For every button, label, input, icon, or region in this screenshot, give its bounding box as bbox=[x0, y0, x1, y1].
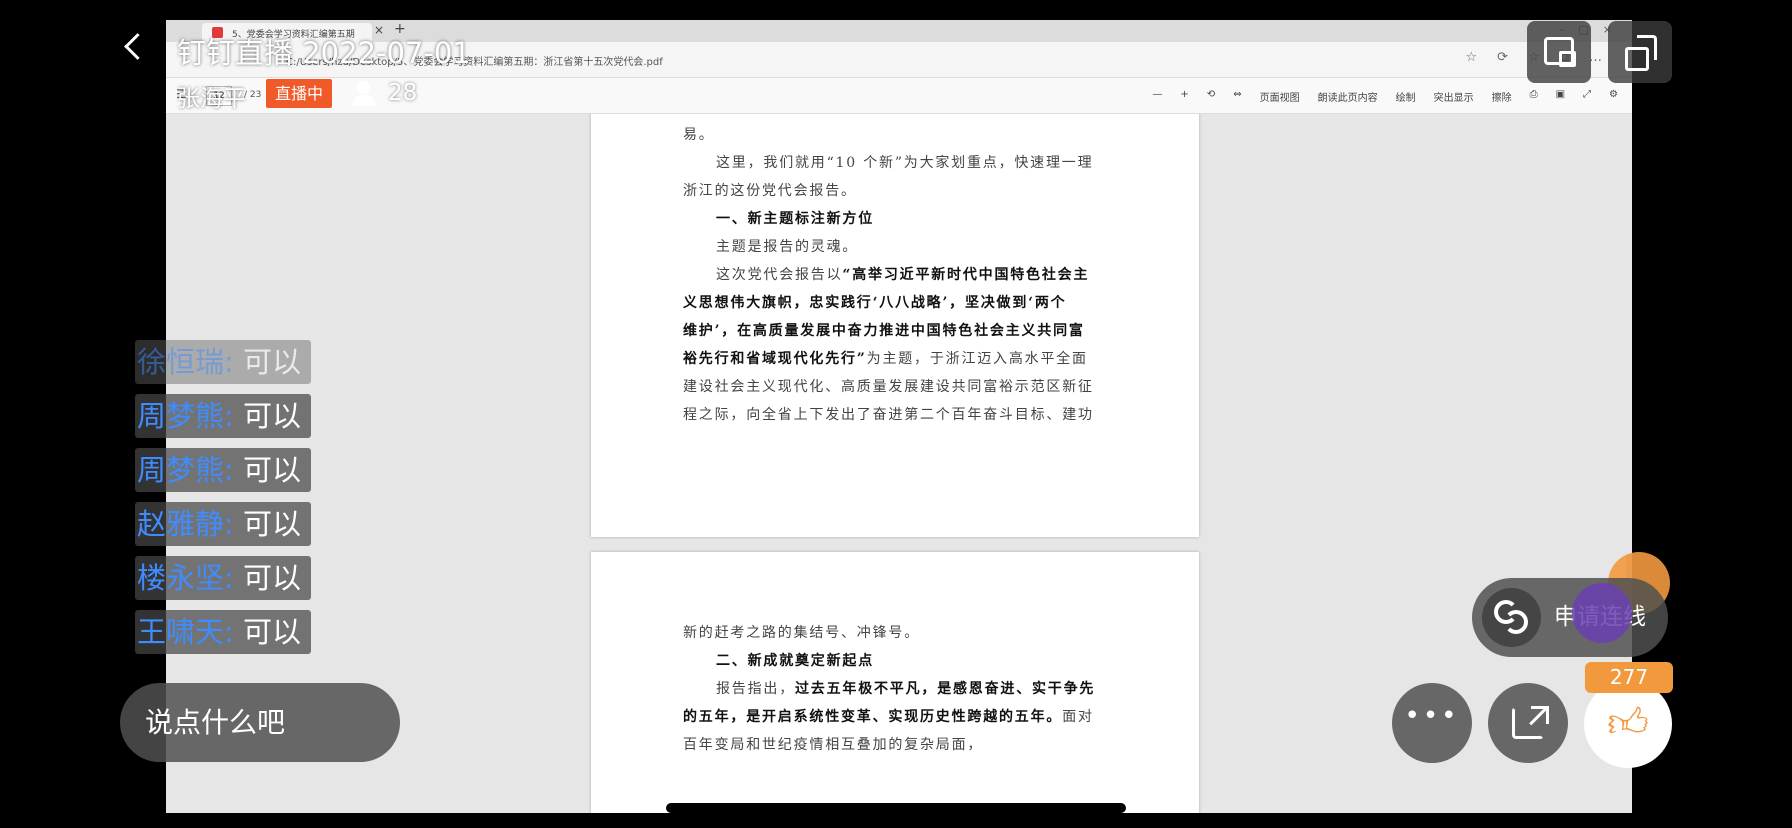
like-icon: 👍︎ bbox=[1607, 700, 1649, 746]
rotate-screen-icon bbox=[1625, 35, 1657, 71]
pdf-text-line: 主题是报告的灵魂。 bbox=[716, 239, 859, 255]
settings-icon[interactable]: ⚙ bbox=[1609, 89, 1618, 104]
comment-item: 王啸天: 可以 bbox=[135, 610, 312, 654]
read-aloud-button[interactable]: 朗读此页内容 bbox=[1318, 89, 1378, 104]
page-total: / 23 bbox=[244, 90, 262, 100]
like-button[interactable]: 👍︎ bbox=[1584, 680, 1672, 768]
pdf-text-line: 义思想伟大旗帜，忠实践行‘八八战略’，坚决做到‘两个 bbox=[683, 292, 1113, 312]
fullscreen-icon[interactable]: ⤢ bbox=[1583, 89, 1591, 104]
rotate-screen-button[interactable] bbox=[1608, 21, 1672, 83]
print-icon[interactable]: ⎙ bbox=[1530, 89, 1538, 104]
draw-button[interactable]: 绘制 bbox=[1396, 89, 1416, 104]
erase-button[interactable]: 擦除 bbox=[1492, 89, 1512, 104]
comment-text: 可以 bbox=[243, 615, 302, 649]
request-connect-button[interactable]: 申请连线 bbox=[1472, 578, 1668, 657]
floating-avatar bbox=[1572, 583, 1632, 643]
pdf-text-line: 这里，我们就用“10 个新”为大家划重点，快速理一理 bbox=[716, 155, 1094, 171]
like-count: 277 bbox=[1585, 662, 1673, 693]
connect-icon-ring bbox=[1504, 610, 1528, 634]
comment-item: 徐恒瑞: 可以 bbox=[135, 340, 312, 384]
text-run: 这次党代会报告以 bbox=[716, 267, 843, 283]
pdf-page: 易。 这里，我们就用“10 个新”为大家划重点，快速理一理 浙江的这份党代会报告… bbox=[591, 114, 1199, 537]
share-icon bbox=[1512, 706, 1549, 739]
pip-icon bbox=[1544, 37, 1576, 67]
live-title: 钉钉直播 2022-07-01 bbox=[177, 36, 471, 70]
save-icon[interactable]: ▣ bbox=[1556, 89, 1565, 104]
comment-text: 可以 bbox=[243, 345, 302, 379]
picture-in-picture-button[interactable] bbox=[1527, 21, 1591, 83]
pdf-text-line: 百年变局和世纪疫情相互叠加的复杂局面， bbox=[683, 737, 984, 753]
text-run: 面对 bbox=[1062, 709, 1094, 725]
pdf-page: 新的赶考之路的集结号、冲锋号。 二、新成就奠定新起点 报告指出，过去五年极不平凡… bbox=[591, 552, 1199, 813]
comment-author: 周梦熊: bbox=[137, 399, 234, 433]
pdf-heading: 二、新成就奠定新起点 bbox=[716, 650, 1146, 670]
comment-list: 徐恒瑞: 可以 周梦熊: 可以 周梦熊: 可以 赵雅静: 可以 楼永坚: 可以 … bbox=[135, 340, 312, 664]
share-button[interactable] bbox=[1488, 683, 1568, 763]
comment-author: 周梦熊: bbox=[137, 453, 234, 487]
comment-author: 楼永坚: bbox=[137, 561, 234, 595]
more-icon: ••• bbox=[1404, 701, 1460, 731]
fit-width-button[interactable]: ⇔ bbox=[1233, 89, 1241, 104]
bold-text-run: 过去五年极不平凡，是感恩奋进、实干争先 bbox=[795, 681, 1096, 697]
highlight-button[interactable]: 突出显示 bbox=[1434, 89, 1474, 104]
comment-author: 赵雅静: bbox=[137, 507, 234, 541]
comment-item: 赵雅静: 可以 bbox=[135, 502, 312, 546]
comment-text: 可以 bbox=[243, 561, 302, 595]
pdf-text-line: 维护’，在高质量发展中奋力推进中国特色社会主义共同富 bbox=[683, 320, 1113, 340]
viewer-icon bbox=[350, 80, 378, 108]
bold-text-run: “高举习近平新时代中国特色社会主 bbox=[842, 267, 1090, 283]
comment-text: 可以 bbox=[243, 453, 302, 487]
rotate-button[interactable]: ⟲ bbox=[1207, 89, 1215, 104]
comment-input[interactable]: 说点什么吧 bbox=[120, 683, 400, 762]
text-run: 为主题，于浙江迈入高水平全面 bbox=[866, 351, 1088, 367]
comment-item: 周梦熊: 可以 bbox=[135, 394, 312, 438]
pdf-heading: 一、新主题标注新方位 bbox=[716, 208, 1146, 228]
live-status-badge: 直播中 bbox=[266, 79, 332, 108]
more-button[interactable]: ••• bbox=[1392, 683, 1472, 763]
bold-text-run: 的五年，是开启系统性变革、实现历史性跨越的五年。 bbox=[683, 709, 1063, 725]
pdf-toolbar-tools: — + ⟲ ⇔ 页面视图 朗读此页内容 绘制 突出显示 擦除 ⎙ ▣ ⤢ ⚙ bbox=[1152, 89, 1632, 104]
pdf-text-line: 裕先行和省域现代化先行”为主题，于浙江迈入高水平全面 bbox=[683, 348, 1113, 368]
pdf-toolbar: ☰ 12 / 23 ⌕ — + ⟲ ⇔ 页面视图 朗读此页内容 绘制 突出显示 … bbox=[166, 78, 1632, 114]
pdf-text-line: 建设社会主义现代化、高质量发展建设共同富裕示范区新征 bbox=[683, 379, 1094, 395]
pdf-text-line: 易。 bbox=[683, 127, 715, 143]
comment-author: 王啸天: bbox=[137, 615, 234, 649]
viewer-count: 28 bbox=[388, 80, 418, 106]
comment-item: 周梦熊: 可以 bbox=[135, 448, 312, 492]
back-button[interactable] bbox=[118, 28, 148, 68]
host-name: 张海平 bbox=[177, 86, 246, 112]
page-view-button[interactable]: 页面视图 bbox=[1260, 89, 1300, 104]
home-indicator[interactable] bbox=[666, 803, 1126, 813]
bold-text-run: 义思想伟大旗帜，忠实践行‘八八战略’，坚决做到‘两个 bbox=[683, 295, 1067, 311]
bold-text-run: 维护’，在高质量发展中奋力推进中国特色社会主义共同富 bbox=[683, 323, 1085, 339]
pdf-text-line: 的五年，是开启系统性变革、实现历史性跨越的五年。面对 bbox=[683, 706, 1113, 726]
pdf-text-line: 报告指出，过去五年极不平凡，是感恩奋进、实干争先 bbox=[716, 678, 1146, 698]
connect-icon bbox=[1482, 588, 1541, 647]
zoom-in-button[interactable]: + bbox=[1180, 89, 1188, 104]
comment-item: 楼永坚: 可以 bbox=[135, 556, 312, 600]
heading-text: 二、新成就奠定新起点 bbox=[716, 653, 874, 669]
comment-text: 可以 bbox=[243, 399, 302, 433]
pdf-text-line: 浙江的这份党代会报告。 bbox=[683, 183, 857, 199]
pdf-text-line: 新的赶考之路的集结号、冲锋号。 bbox=[683, 625, 920, 641]
share-arrow-icon bbox=[1531, 706, 1549, 724]
bold-text-run: 裕先行和省域现代化先行” bbox=[683, 351, 867, 367]
comment-text: 可以 bbox=[243, 507, 302, 541]
pdf-text-line: 这次党代会报告以“高举习近平新时代中国特色社会主 bbox=[716, 264, 1146, 284]
pdf-text-line: 程之际，向全省上下发出了奋进第二个百年奋斗目标、建功 bbox=[683, 407, 1094, 423]
text-run: 报告指出， bbox=[716, 681, 795, 697]
zoom-out-button[interactable]: — bbox=[1152, 89, 1162, 104]
comment-author: 徐恒瑞: bbox=[137, 345, 234, 379]
heading-text: 一、新主题标注新方位 bbox=[716, 211, 874, 227]
